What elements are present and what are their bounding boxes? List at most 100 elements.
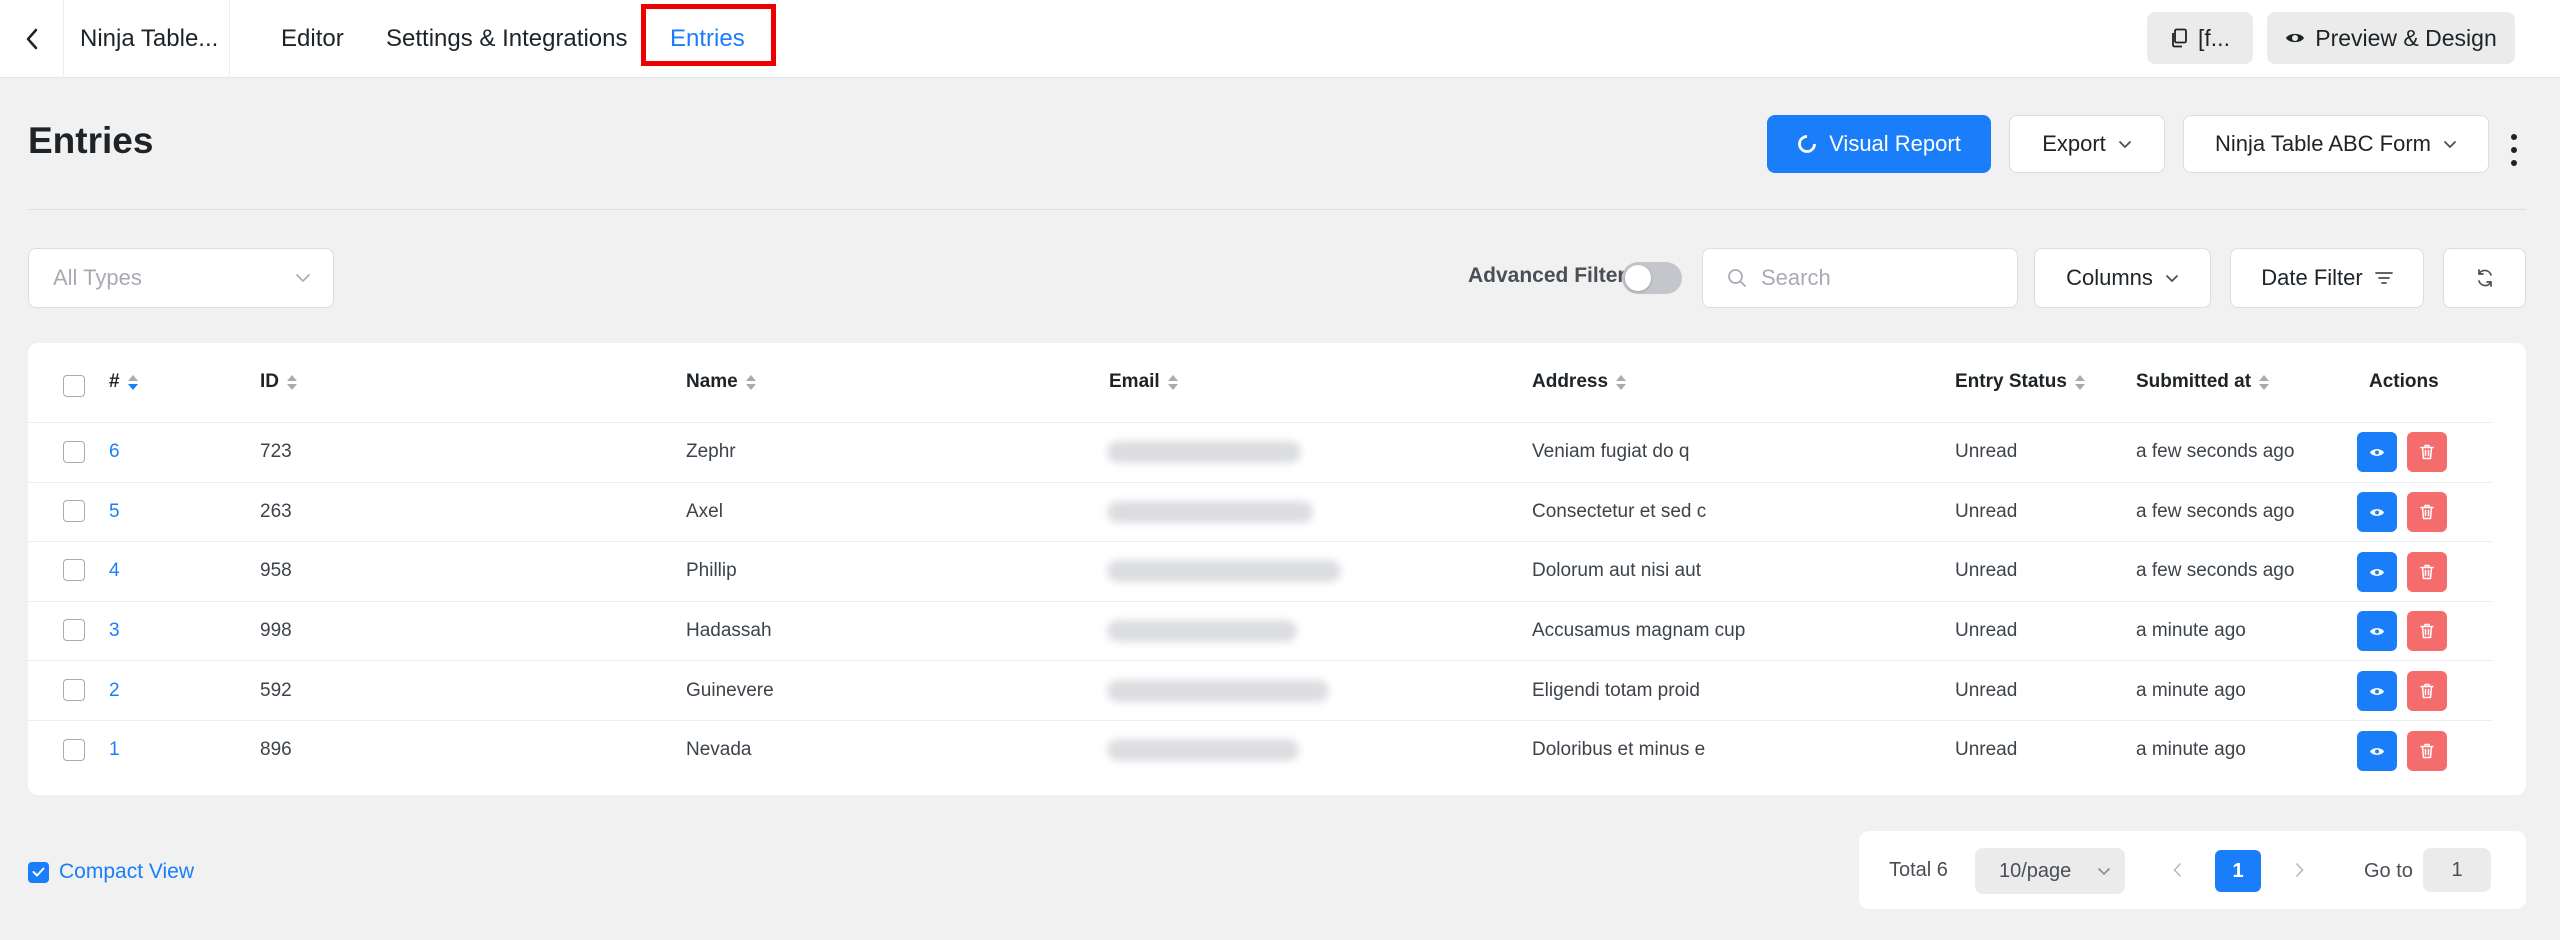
entry-submitted: a minute ago (2136, 680, 2246, 701)
entry-address: Consectetur et sed c (1532, 501, 1707, 522)
entry-serial-link[interactable]: 1 (109, 739, 120, 761)
select-all-checkbox[interactable] (63, 375, 85, 397)
delete-entry-button[interactable] (2407, 432, 2447, 472)
entry-status: Unread (1955, 501, 2018, 522)
column-header-address[interactable]: Address (1532, 371, 1627, 393)
sort-icon (2259, 374, 2270, 390)
header-divider (28, 209, 2526, 210)
visual-report-button[interactable]: Visual Report (1767, 115, 1991, 173)
tab-editor[interactable]: Editor (281, 0, 344, 78)
entry-address: Veniam fugiat do q (1532, 441, 1690, 462)
column-header-submitted[interactable]: Submitted at (2136, 371, 2270, 393)
column-header-status[interactable]: Entry Status (1955, 371, 2085, 393)
entry-serial-link[interactable]: 5 (109, 501, 120, 523)
check-icon (32, 867, 45, 877)
visual-report-label: Visual Report (1829, 131, 1961, 156)
entry-status: Unread (1955, 680, 2018, 701)
more-options-icon[interactable] (2506, 128, 2522, 172)
form-select-button[interactable]: Ninja Table ABC Form (2183, 115, 2489, 173)
eye-icon (2370, 568, 2384, 576)
entry-serial-link[interactable]: 4 (109, 560, 120, 582)
delete-entry-button[interactable] (2407, 671, 2447, 711)
page-1-button[interactable]: 1 (2215, 850, 2261, 892)
entry-address: Accusamus magnam cup (1532, 620, 1746, 641)
entry-name: Nevada (686, 739, 752, 760)
sort-icon (745, 374, 756, 390)
eye-icon (2286, 33, 2305, 43)
view-entry-button[interactable] (2357, 611, 2397, 651)
entry-id: 723 (260, 441, 292, 462)
page-title: Entries (28, 120, 154, 161)
entry-submitted: a few seconds ago (2136, 501, 2295, 522)
view-entry-button[interactable] (2357, 492, 2397, 532)
entry-status: Unread (1955, 441, 2018, 462)
entry-address: Doloribus et minus e (1532, 739, 1706, 760)
delete-entry-button[interactable] (2407, 492, 2447, 532)
refresh-button[interactable] (2443, 248, 2526, 308)
email-redacted (1107, 620, 1297, 642)
column-header-name[interactable]: Name (686, 371, 756, 393)
view-entry-button[interactable] (2357, 432, 2397, 472)
advanced-filter-toggle[interactable] (1622, 262, 1682, 294)
page-size-select[interactable]: 10/page (1975, 848, 2125, 894)
export-button[interactable]: Export (2009, 115, 2165, 173)
column-header-email[interactable]: Email (1109, 371, 1178, 393)
entry-name: Hadassah (686, 620, 772, 641)
delete-entry-button[interactable] (2407, 611, 2447, 651)
view-entry-button[interactable] (2357, 671, 2397, 711)
preview-design-label: Preview & Design (2315, 24, 2497, 51)
top-bar: Ninja Table... Editor Settings & Integra… (0, 0, 2560, 78)
shortcode-button[interactable]: [f... (2147, 12, 2253, 64)
eye-icon (2370, 448, 2384, 456)
email-redacted (1107, 441, 1301, 463)
next-page-button[interactable] (2284, 853, 2314, 887)
row-checkbox[interactable] (63, 500, 85, 522)
back-button[interactable] (0, 0, 64, 78)
pagination: Total 6 10/page 1 Go to (1859, 831, 2526, 909)
entry-name: Phillip (686, 560, 737, 581)
entry-status: Unread (1955, 560, 2018, 581)
compact-view-checkbox[interactable] (28, 861, 49, 883)
sort-icon (287, 374, 297, 390)
search-icon (1728, 269, 1746, 287)
goto-page-input[interactable] (2423, 848, 2491, 892)
entry-submitted: a minute ago (2136, 739, 2246, 760)
search-input[interactable] (1761, 265, 2001, 291)
view-entry-button[interactable] (2357, 552, 2397, 592)
row-divider (28, 422, 2492, 423)
highlight-box (641, 4, 776, 66)
trash-icon (2420, 564, 2434, 580)
row-checkbox[interactable] (63, 619, 85, 641)
date-filter-label: Date Filter (2261, 265, 2363, 290)
delete-entry-button[interactable] (2407, 731, 2447, 771)
compact-view-toggle[interactable]: Compact View (28, 860, 194, 884)
entry-status: Unread (1955, 620, 2018, 641)
prev-page-button[interactable] (2162, 853, 2192, 887)
tab-settings-integrations[interactable]: Settings & Integrations (386, 0, 627, 78)
row-checkbox[interactable] (63, 441, 85, 463)
row-checkbox[interactable] (63, 679, 85, 701)
email-redacted (1107, 501, 1313, 523)
chevron-down-icon (2165, 274, 2179, 282)
column-header-id[interactable]: ID (260, 371, 297, 393)
entry-serial-link[interactable]: 6 (109, 441, 120, 463)
preview-design-button[interactable]: Preview & Design (2267, 12, 2515, 64)
column-header-actions: Actions (2369, 371, 2439, 392)
entry-serial-link[interactable]: 2 (109, 680, 120, 702)
row-checkbox[interactable] (63, 559, 85, 581)
entry-type-select[interactable]: All Types (28, 248, 334, 308)
view-entry-button[interactable] (2357, 731, 2397, 771)
delete-entry-button[interactable] (2407, 552, 2447, 592)
row-divider (28, 660, 2492, 661)
row-checkbox[interactable] (63, 739, 85, 761)
columns-button[interactable]: Columns (2034, 248, 2211, 308)
advanced-filter-label: Advanced Filter (1468, 264, 1626, 287)
entry-serial-link[interactable]: 3 (109, 620, 120, 642)
entry-address: Dolorum aut nisi aut (1532, 560, 1701, 581)
row-divider (28, 482, 2492, 483)
date-filter-button[interactable]: Date Filter (2230, 248, 2424, 308)
search-box[interactable] (1702, 248, 2018, 308)
trash-icon (2420, 623, 2434, 639)
chevron-left-icon (2172, 862, 2181, 878)
column-header-serial[interactable]: # (109, 371, 138, 393)
